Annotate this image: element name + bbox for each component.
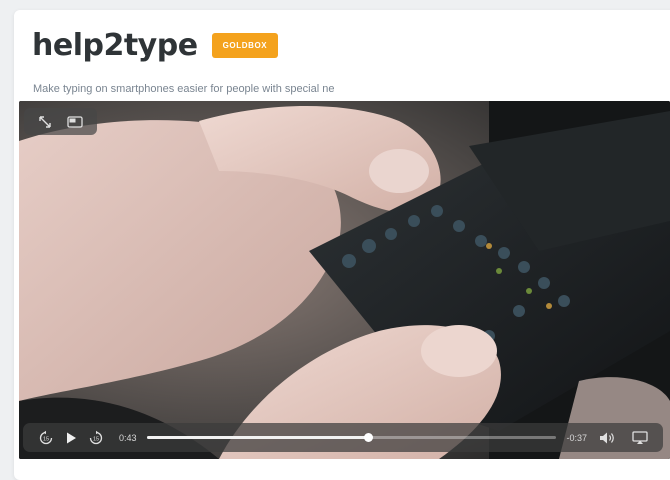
svg-text:15: 15: [43, 436, 49, 442]
project-title: help2type: [32, 28, 198, 63]
skip-forward-15-icon[interactable]: 15: [88, 430, 104, 446]
seek-bar[interactable]: [146, 433, 557, 442]
remaining-time: -0:37: [566, 432, 587, 443]
seek-thumb[interactable]: [363, 433, 373, 442]
goldbox-badge: GOLDBOX: [211, 33, 279, 58]
video-player[interactable]: 15 15 0:43 -0:37: [19, 101, 670, 459]
project-description: Make typing on smartphones easier for pe…: [33, 83, 335, 95]
title-row: help2type GOLDBOX: [32, 28, 279, 63]
svg-text:15: 15: [93, 436, 99, 442]
playback-controls: 15 15 0:43 -0:37: [23, 423, 663, 452]
picture-in-picture-icon[interactable]: [67, 115, 83, 128]
volume-icon[interactable]: [599, 431, 617, 445]
airplay-icon[interactable]: [632, 430, 648, 445]
current-time: 0:43: [119, 432, 137, 443]
play-icon[interactable]: [64, 431, 78, 445]
expand-icon[interactable]: [38, 115, 52, 129]
video-frame: [19, 101, 670, 459]
top-controls: [24, 108, 97, 135]
skip-back-15-icon[interactable]: 15: [38, 430, 54, 446]
seek-bar-played: [146, 436, 368, 439]
